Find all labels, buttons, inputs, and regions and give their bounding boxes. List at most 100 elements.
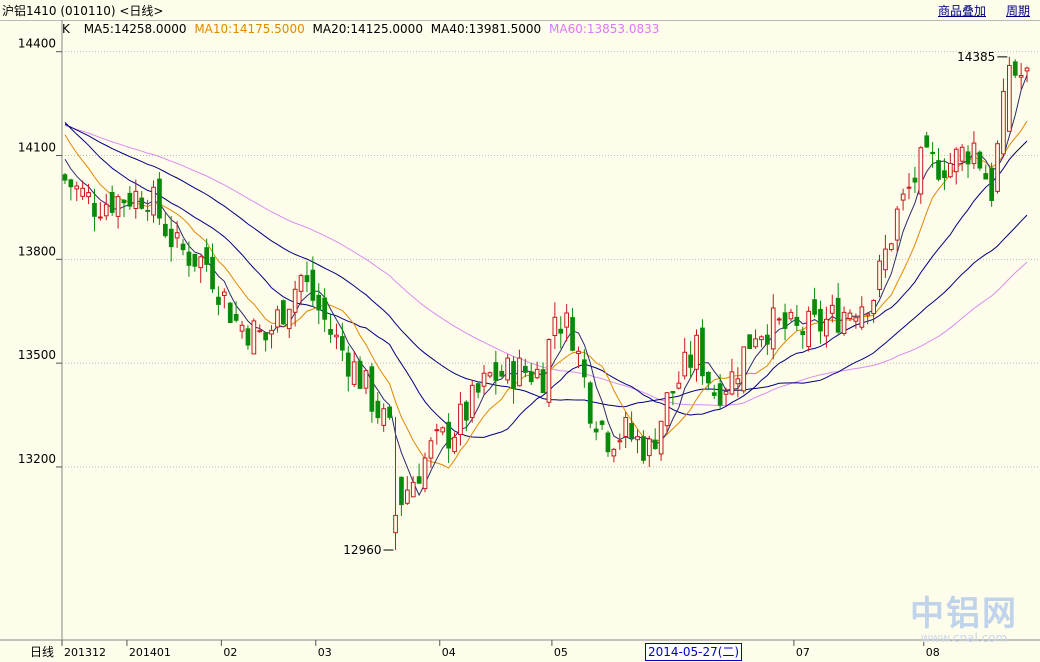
candle-down[interactable] [387, 406, 392, 418]
candle-up[interactable] [410, 481, 416, 498]
candle-up[interactable] [393, 514, 398, 534]
candle-down[interactable] [540, 369, 546, 394]
candle-down[interactable] [328, 329, 333, 335]
candle-up[interactable] [865, 313, 871, 316]
candle-up[interactable] [115, 196, 121, 217]
candle-up[interactable] [405, 489, 410, 504]
candle-up[interactable] [481, 372, 487, 387]
candle-up[interactable] [635, 436, 640, 441]
candle-up[interactable] [469, 384, 475, 418]
candle-down[interactable] [210, 256, 215, 290]
candle-up[interactable] [239, 324, 245, 332]
candle-up[interactable] [806, 310, 811, 348]
candle-down[interactable] [139, 197, 145, 209]
candle-up[interactable] [776, 318, 782, 321]
candle-down[interactable] [782, 312, 788, 329]
candle-up[interactable] [552, 316, 558, 336]
candle-up[interactable] [658, 420, 664, 455]
candle-down[interactable] [464, 401, 469, 421]
candle-up[interactable] [906, 186, 912, 189]
candle-up[interactable] [292, 288, 298, 313]
candle-down[interactable] [493, 362, 499, 381]
candle-up[interactable] [871, 300, 876, 314]
candle-down[interactable] [157, 178, 162, 219]
candle-up[interactable] [505, 357, 510, 381]
candlestick-chart[interactable]: 13200 13500 13800 14100 14400 日线 201312 201401 0… [0, 20, 1040, 662]
candle-down[interactable] [747, 334, 752, 349]
candle-up[interactable] [948, 163, 953, 178]
candle-up[interactable] [788, 311, 794, 320]
candle-down[interactable] [812, 299, 817, 315]
candle-up[interactable] [682, 351, 688, 377]
candle-up[interactable] [611, 448, 617, 457]
candle-up[interactable] [98, 216, 103, 219]
candle-up[interactable] [151, 186, 156, 216]
candle-down[interactable] [357, 360, 363, 389]
candle-down[interactable] [599, 420, 605, 425]
candle-down[interactable] [68, 179, 74, 188]
candle-down[interactable] [399, 476, 404, 506]
candle-up[interactable] [770, 307, 776, 350]
candle-down[interactable] [204, 247, 210, 265]
candle-down[interactable] [233, 314, 239, 321]
candle-down[interactable] [983, 173, 989, 180]
candle-down[interactable] [369, 366, 375, 412]
candle-down[interactable] [227, 302, 233, 324]
candle-up[interactable] [853, 317, 859, 322]
candle-up[interactable] [883, 248, 888, 271]
candle-up[interactable] [995, 143, 1000, 192]
candle-down[interactable] [629, 423, 634, 439]
candle-up[interactable] [759, 336, 764, 341]
candle-down[interactable] [216, 296, 221, 305]
candle-up[interactable] [198, 256, 204, 269]
candle-up[interactable] [753, 338, 758, 348]
candle-up[interactable] [363, 370, 369, 389]
candle-down[interactable] [800, 330, 806, 335]
candle-down[interactable] [180, 243, 186, 251]
candle-up[interactable] [487, 372, 493, 377]
candle-up[interactable] [440, 427, 446, 433]
candle-up[interactable] [1024, 67, 1030, 72]
candle-down[interactable] [711, 392, 717, 396]
candle-up[interactable] [959, 146, 965, 162]
candle-up[interactable] [841, 311, 847, 334]
candle-down[interactable] [924, 135, 930, 148]
candle-up[interactable] [623, 417, 629, 437]
candle-up[interactable] [564, 312, 569, 328]
candle-down[interactable] [942, 170, 947, 179]
candle-up[interactable] [900, 193, 906, 201]
candle-up[interactable] [877, 260, 882, 291]
candle-up[interactable] [664, 392, 670, 427]
candle-down[interactable] [570, 317, 575, 351]
candle-down[interactable] [304, 275, 310, 283]
candle-up[interactable] [298, 275, 304, 292]
candle-up[interactable] [918, 147, 924, 195]
candle-up[interactable] [1007, 65, 1012, 132]
candle-up[interactable] [517, 357, 522, 387]
candle-up[interactable] [286, 308, 292, 330]
candle-down[interactable] [670, 391, 676, 394]
candle-up[interactable] [534, 368, 540, 379]
candle-up[interactable] [617, 440, 623, 443]
candle-down[interactable] [62, 174, 68, 181]
candle-down[interactable] [641, 436, 646, 461]
candle-up[interactable] [723, 391, 729, 395]
candle-up[interactable] [741, 346, 747, 392]
candle-down[interactable] [245, 328, 251, 346]
candle-up[interactable] [74, 185, 80, 190]
commodity-overlay-button[interactable]: 商品叠加 [938, 2, 986, 19]
candle-down[interactable] [92, 203, 97, 217]
candle-down[interactable] [688, 354, 693, 368]
candle-down[interactable] [558, 328, 564, 334]
candle-up[interactable] [269, 329, 274, 335]
candle-up[interactable] [859, 306, 865, 328]
candle-up[interactable] [428, 440, 434, 459]
candle-down[interactable] [446, 421, 451, 449]
candle-down[interactable] [765, 334, 770, 345]
candle-down[interactable] [989, 167, 994, 201]
candle-down[interactable] [912, 177, 918, 183]
candle-down[interactable] [818, 308, 823, 332]
candle-up[interactable] [647, 438, 652, 457]
candle-up[interactable] [351, 361, 357, 385]
candle-down[interactable] [127, 192, 133, 207]
